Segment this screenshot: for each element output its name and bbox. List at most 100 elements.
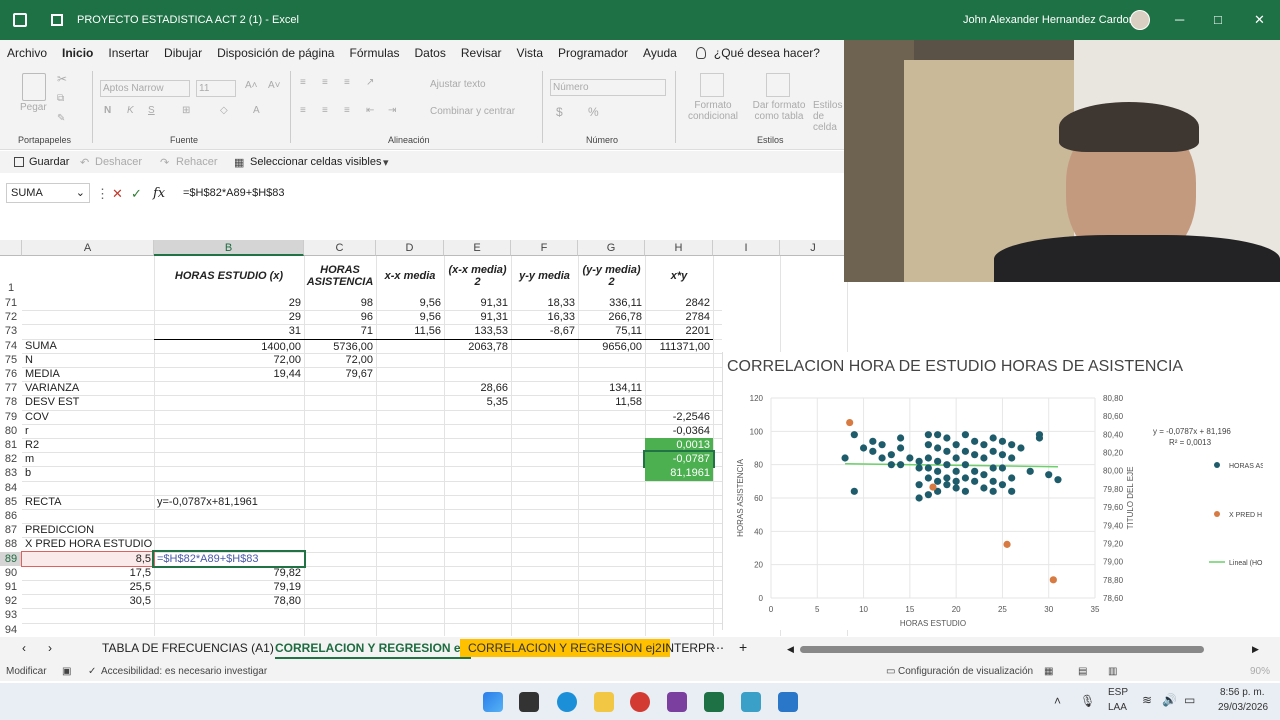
cell-d76[interactable] xyxy=(376,367,444,381)
cell-g77[interactable]: 134,11 xyxy=(578,381,645,395)
cell-c76[interactable]: 79,67 xyxy=(304,367,376,381)
menu-dibujar[interactable]: Dibujar xyxy=(164,46,202,60)
cell-h78[interactable] xyxy=(645,395,713,409)
currency-button[interactable]: $ xyxy=(556,105,563,119)
header-cell-d[interactable]: x-x media xyxy=(376,256,444,296)
cell-b89[interactable]: =$H$82*A89+$H$83 xyxy=(152,549,306,568)
clock-time[interactable]: 8:56 p. m. xyxy=(1220,687,1264,698)
col-header-i[interactable]: I xyxy=(713,240,780,256)
cell-b76[interactable]: 19,44 xyxy=(154,367,304,381)
align-left-icon[interactable]: ≡ xyxy=(300,105,306,116)
menu-archivo[interactable]: Archivo xyxy=(7,46,47,60)
font-grow-icon[interactable]: A˄ xyxy=(245,80,258,91)
cell-c94[interactable] xyxy=(304,623,376,637)
cell-g90[interactable] xyxy=(578,566,645,580)
cell-b90[interactable]: 79,82 xyxy=(154,566,304,580)
menu-inicio[interactable]: Inicio xyxy=(62,46,93,60)
menu-datos[interactable]: Datos xyxy=(415,46,446,60)
row-number[interactable]: 77 xyxy=(0,381,22,395)
col-header-d[interactable]: D xyxy=(376,240,444,256)
cell-h88[interactable] xyxy=(645,537,713,551)
cell-h74[interactable]: 111371,00 xyxy=(645,338,713,353)
row-number[interactable]: 87 xyxy=(0,523,22,537)
cell-f90[interactable] xyxy=(511,566,578,580)
cell-g92[interactable] xyxy=(578,594,645,608)
header-cell-f[interactable]: y-y media xyxy=(511,256,578,296)
conditional-format-icon[interactable] xyxy=(700,73,724,97)
cell-c79[interactable] xyxy=(304,410,376,424)
cell-f79[interactable] xyxy=(511,410,578,424)
cell-e94[interactable] xyxy=(444,623,511,637)
copy-icon[interactable]: ⧉ xyxy=(57,93,64,104)
cell-a87[interactable]: PREDICCION xyxy=(22,523,154,537)
app-icon[interactable] xyxy=(778,692,798,712)
cell-h72[interactable]: 2784 xyxy=(645,310,713,324)
col-header-g[interactable]: G xyxy=(578,240,645,256)
cell-c91[interactable] xyxy=(304,580,376,594)
cell-a73[interactable] xyxy=(22,324,154,338)
cell-e77[interactable]: 28,66 xyxy=(444,381,511,395)
cell-d90[interactable] xyxy=(376,566,444,580)
cell-h92[interactable] xyxy=(645,594,713,608)
menu-formulas[interactable]: Fórmulas xyxy=(349,46,399,60)
cell-f71[interactable]: 18,33 xyxy=(511,296,578,310)
row-number[interactable]: 82 xyxy=(0,452,22,466)
edge-icon[interactable] xyxy=(557,692,577,712)
cell-g72[interactable]: 266,78 xyxy=(578,310,645,324)
col-header-b[interactable]: B xyxy=(154,240,304,256)
row-number[interactable]: 79 xyxy=(0,410,22,424)
windows-start-icon[interactable] xyxy=(483,692,503,712)
cell-c77[interactable] xyxy=(304,381,376,395)
format-as-table-button[interactable]: Dar formato como tabla xyxy=(749,100,809,122)
cell-d93[interactable] xyxy=(376,608,444,622)
cell-d81[interactable] xyxy=(376,438,444,452)
cell-d88[interactable] xyxy=(376,537,444,551)
wifi-icon[interactable]: ≋ xyxy=(1142,693,1152,707)
cell-d94[interactable] xyxy=(376,623,444,637)
cell-d74[interactable] xyxy=(376,338,444,353)
row-number[interactable]: 71 xyxy=(0,296,22,310)
cell-h81[interactable]: 0,0013 xyxy=(645,438,713,453)
chevron-down-icon[interactable]: ▾ xyxy=(383,156,389,169)
accessibility-icon[interactable]: ✓ xyxy=(88,666,96,677)
horizontal-scrollbar[interactable] xyxy=(800,646,1204,653)
normal-view-icon[interactable]: ▦ xyxy=(1044,666,1053,677)
cell-b85[interactable]: y=-0,0787x+81,1961 xyxy=(154,495,304,509)
cancel-icon[interactable]: ✕ xyxy=(112,186,123,202)
name-box[interactable]: SUMA ⌄ xyxy=(6,183,90,203)
cell-e73[interactable]: 133,53 xyxy=(444,324,511,338)
menu-disposicion[interactable]: Disposición de página xyxy=(217,46,334,60)
cell-h86[interactable] xyxy=(645,509,713,523)
align-top-icon[interactable]: ≡ xyxy=(300,77,306,88)
cell-c92[interactable] xyxy=(304,594,376,608)
conditional-format-button[interactable]: Formato condicional xyxy=(683,100,743,122)
cell-d86[interactable] xyxy=(376,509,444,523)
page-layout-icon[interactable]: ▤ xyxy=(1078,666,1087,677)
cell-f87[interactable] xyxy=(511,523,578,537)
cell-b78[interactable] xyxy=(154,395,304,409)
cell-f89[interactable] xyxy=(511,552,578,566)
cell-e76[interactable] xyxy=(444,367,511,381)
tell-me-search[interactable]: ¿Qué desea hacer? xyxy=(714,46,820,60)
format-painter-icon[interactable]: ✎ xyxy=(57,113,65,124)
menu-insertar[interactable]: Insertar xyxy=(108,46,149,60)
maximize-button[interactable]: □ xyxy=(1214,12,1222,27)
scroll-left-icon[interactable]: ◀ xyxy=(787,644,794,655)
cell-c81[interactable] xyxy=(304,438,376,452)
select-visible-icon[interactable]: ▦ xyxy=(234,156,244,169)
snipping-tool-icon[interactable] xyxy=(741,692,761,712)
table-format-icon[interactable] xyxy=(766,73,790,97)
cell-a83[interactable]: b xyxy=(22,466,154,480)
cell-b87[interactable] xyxy=(154,523,304,537)
row-number[interactable]: 80 xyxy=(0,424,22,438)
cell-d87[interactable] xyxy=(376,523,444,537)
tray-chevron-icon[interactable]: ˄ xyxy=(1054,694,1061,708)
cell-h85[interactable] xyxy=(645,495,713,509)
select-visible-button[interactable]: Seleccionar celdas visibles xyxy=(250,156,381,168)
cell-g81[interactable] xyxy=(578,438,645,452)
cell-c78[interactable] xyxy=(304,395,376,409)
row-number[interactable]: 74 xyxy=(0,339,22,353)
save-icon[interactable] xyxy=(51,14,63,26)
menu-programador[interactable]: Programador xyxy=(558,46,628,60)
cell-g84[interactable] xyxy=(578,481,645,495)
